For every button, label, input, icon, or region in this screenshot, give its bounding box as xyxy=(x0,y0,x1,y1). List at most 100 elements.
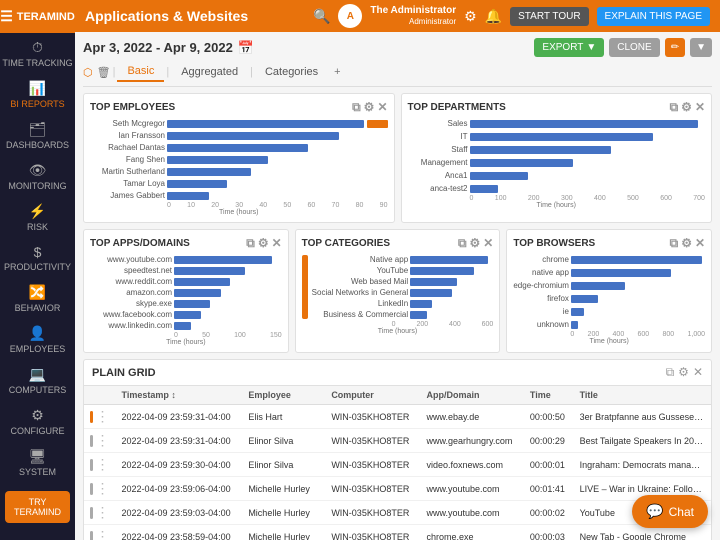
close-icon[interactable]: ✕ xyxy=(693,365,703,380)
sidebar-item-behavior[interactable]: 🔀 BEHAVIOR xyxy=(0,278,75,319)
chart-actions-apps: ⧉ ⚙ ✕ xyxy=(246,236,281,251)
bell-icon[interactable]: 🔔 xyxy=(485,8,502,25)
browsers-axis: 02004006008001,000 xyxy=(513,331,705,338)
row-dots[interactable]: ⋮ xyxy=(84,477,116,501)
edit-button[interactable]: ✏ xyxy=(665,38,685,57)
settings-icon[interactable]: ⚙ xyxy=(364,100,375,115)
filter-button[interactable]: ▼ xyxy=(690,38,712,57)
row-dots[interactable]: ⋮ xyxy=(84,525,116,540)
close-icon[interactable]: ✕ xyxy=(483,236,493,251)
col-computer[interactable]: Computer xyxy=(325,386,420,405)
cell-computer: WIN-035KHO8TER xyxy=(325,501,420,525)
row-dots[interactable]: ⋮ xyxy=(84,405,116,429)
sidebar-item-label: CONFIGURE xyxy=(11,426,65,436)
sidebar-item-monitoring[interactable]: 👁 MONITORING xyxy=(0,156,75,197)
cell-app[interactable]: www.gearhungry.com xyxy=(420,429,523,453)
tab-basic[interactable]: Basic xyxy=(117,62,164,82)
col-employee[interactable]: Employee xyxy=(242,386,325,405)
bar-row xyxy=(410,278,493,286)
hamburger-icon[interactable]: ☰ xyxy=(0,8,13,25)
copy-icon[interactable]: ⧉ xyxy=(352,100,361,115)
copy-icon[interactable]: ⧉ xyxy=(246,236,255,251)
cell-timestamp: 2022-04-09 23:59:31-04:00 xyxy=(116,405,243,429)
settings-icon[interactable]: ⚙ xyxy=(681,236,692,251)
copy-icon[interactable]: ⧉ xyxy=(458,236,467,251)
col-time[interactable]: Time xyxy=(524,386,574,405)
settings-icon[interactable]: ⚙ xyxy=(681,100,692,115)
basic-icon[interactable]: ⬡ xyxy=(83,66,93,79)
sidebar-logo: ☰ TERAMIND xyxy=(0,0,75,33)
settings-icon[interactable]: ⚙ xyxy=(464,8,477,25)
sidebar-item-label: TIME TRACKING xyxy=(2,58,72,68)
bar-row xyxy=(410,256,493,264)
bar-row xyxy=(174,267,282,275)
close-icon[interactable]: ✕ xyxy=(695,236,705,251)
chart-icon: 📊 xyxy=(29,80,46,97)
user-info: The Administrator Administrator xyxy=(370,5,456,27)
start-tour-button[interactable]: START TOUR xyxy=(510,7,588,26)
col-app[interactable]: App/Domain xyxy=(420,386,523,405)
calendar-icon[interactable]: 📅 xyxy=(238,40,254,56)
top-categories-chart: TOP CATEGORIES ⧉ ⚙ ✕ Native app YouTube … xyxy=(295,229,501,353)
sidebar-item-system[interactable]: 🖥 SYSTEM xyxy=(0,442,75,483)
computer-icon: 💻 xyxy=(29,366,46,383)
sidebar-item-risk[interactable]: ⚡ RISK xyxy=(0,197,75,238)
top-departments-chart: TOP DEPARTMENTS ⧉ ⚙ ✕ Sales IT Staff Man… xyxy=(401,93,713,223)
row-dots[interactable]: ⋮ xyxy=(84,501,116,525)
chart-actions-employees: ⧉ ⚙ ✕ xyxy=(352,100,387,115)
settings-icon[interactable]: ⚙ xyxy=(258,236,269,251)
sidebar-item-configure[interactable]: ⚙ CONFIGURE xyxy=(0,401,75,442)
chart-title-browsers: TOP BROWSERS ⧉ ⚙ ✕ xyxy=(513,236,705,251)
bar-row xyxy=(167,120,388,128)
explain-page-button[interactable]: EXPLAIN THIS PAGE xyxy=(597,7,710,26)
shuffle-icon: 🔀 xyxy=(29,284,46,301)
col-title[interactable]: Title xyxy=(574,386,711,405)
logo-text: TERAMIND xyxy=(17,11,75,23)
col-timestamp[interactable]: Timestamp ↕ xyxy=(116,386,243,405)
sidebar-item-dashboards[interactable]: 🗂 DASHBOARDS xyxy=(0,115,75,156)
copy-icon[interactable]: ⧉ xyxy=(670,236,679,251)
search-icon[interactable]: 🔍 xyxy=(313,8,330,25)
cell-app[interactable]: www.youtube.com xyxy=(420,477,523,501)
bar-row xyxy=(571,256,705,264)
col-dots xyxy=(84,386,116,405)
cell-app[interactable]: chrome.exe xyxy=(420,525,523,540)
sidebar-item-productivity[interactable]: $ PRODUCTIVITY xyxy=(0,238,75,278)
tab-aggregated[interactable]: Aggregated xyxy=(171,63,248,81)
export-button[interactable]: EXPORT ▼ xyxy=(534,38,604,57)
data-table: Timestamp ↕ Employee Computer App/Domain… xyxy=(84,386,711,540)
gear-icon: ⚙ xyxy=(31,407,44,424)
settings-icon[interactable]: ⚙ xyxy=(470,236,481,251)
cell-app[interactable]: www.ebay.de xyxy=(420,405,523,429)
try-teramind-button[interactable]: TRY TERAMIND xyxy=(5,491,70,523)
dept-labels: Sales IT Staff Management Anca1 anca-tes… xyxy=(408,119,468,193)
sidebar-item-time-tracking[interactable]: ⏱ TIME TRACKING xyxy=(0,33,75,74)
date-bar: Apr 3, 2022 - Apr 9, 2022 📅 EXPORT ▼ CLO… xyxy=(83,38,712,57)
sidebar-item-bi-reports[interactable]: 📊 BI REPORTS xyxy=(0,74,75,115)
close-icon[interactable]: ✕ xyxy=(695,100,705,115)
add-tab-icon[interactable]: + xyxy=(334,66,340,78)
cell-time: 00:00:29 xyxy=(524,429,574,453)
row-dots[interactable]: ⋮ xyxy=(84,429,116,453)
close-icon[interactable]: ✕ xyxy=(272,236,282,251)
copy-icon[interactable]: ⧉ xyxy=(666,365,675,380)
sidebar-item-computers[interactable]: 💻 COMPUTERS xyxy=(0,360,75,401)
settings-icon[interactable]: ⚙ xyxy=(678,365,689,380)
cell-app[interactable]: video.foxnews.com xyxy=(420,453,523,477)
clone-button[interactable]: CLONE xyxy=(609,38,659,57)
cell-app[interactable]: www.youtube.com xyxy=(420,501,523,525)
tab-categories[interactable]: Categories xyxy=(255,63,328,81)
row-dots[interactable]: ⋮ xyxy=(84,453,116,477)
charts-row-2: TOP APPS/DOMAINS ⧉ ⚙ ✕ www.youtube.com s… xyxy=(83,229,712,353)
sidebar-item-employees[interactable]: 👤 EMPLOYEES xyxy=(0,319,75,360)
bar-row xyxy=(167,132,388,140)
close-icon[interactable]: ✕ xyxy=(377,100,387,115)
browsers-bars xyxy=(571,255,705,329)
delete-icon[interactable]: 🗑 xyxy=(97,66,111,79)
grid-title: PLAIN GRID xyxy=(92,367,156,379)
chat-bubble[interactable]: 💬 Chat xyxy=(632,495,708,528)
apps-axis-label: Time (hours) xyxy=(90,339,282,346)
copy-icon[interactable]: ⧉ xyxy=(670,100,679,115)
sidebar-item-label: BEHAVIOR xyxy=(15,303,61,313)
cell-computer: WIN-035KHO8TER xyxy=(325,525,420,540)
